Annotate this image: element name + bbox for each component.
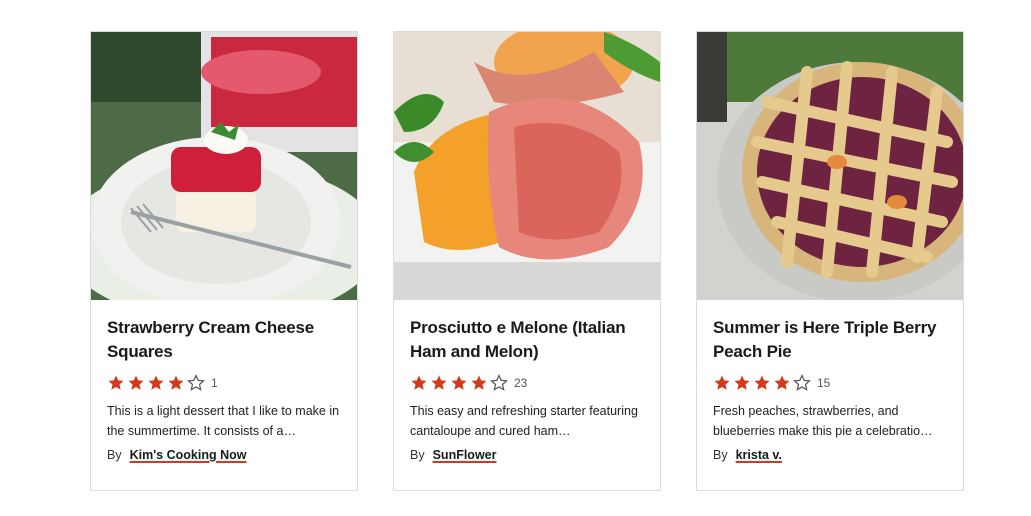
star-empty-icon: [793, 374, 811, 392]
star-filled-icon: [430, 374, 448, 392]
star-filled-icon: [713, 374, 731, 392]
card-body: Summer is Here Triple Berry Peach Pie 15…: [713, 316, 949, 462]
star-filled-icon: [773, 374, 791, 392]
star-filled-icon: [167, 374, 185, 392]
author-byline: By krista v.: [713, 448, 949, 462]
star-filled-icon: [410, 374, 428, 392]
star-empty-icon: [187, 374, 205, 392]
star-filled-icon: [107, 374, 125, 392]
review-count: 1: [211, 376, 218, 390]
recipe-card[interactable]: Prosciutto e Melone (Italian Ham and Mel…: [393, 31, 661, 491]
star-filled-icon: [733, 374, 751, 392]
star-filled-icon: [450, 374, 468, 392]
star-empty-icon: [490, 374, 508, 392]
by-label: By: [713, 448, 728, 462]
star-filled-icon: [147, 374, 165, 392]
star-rating: 15: [713, 374, 949, 392]
author-link[interactable]: krista v.: [736, 448, 782, 462]
by-label: By: [410, 448, 425, 462]
review-count: 23: [514, 376, 528, 390]
author-link[interactable]: SunFlower: [433, 448, 497, 462]
recipe-photo[interactable]: [697, 32, 963, 300]
recipe-card[interactable]: Summer is Here Triple Berry Peach Pie 15…: [696, 31, 964, 491]
recipe-photo[interactable]: [91, 32, 357, 300]
recipe-description: This is a light dessert that I like to m…: [107, 404, 340, 438]
recipe-card[interactable]: Strawberry Cream Cheese Squares 1 This i…: [90, 31, 358, 491]
recipe-description: This easy and refreshing starter featuri…: [410, 404, 638, 438]
card-body: Prosciutto e Melone (Italian Ham and Mel…: [410, 316, 646, 462]
star-filled-icon: [127, 374, 145, 392]
recipe-title[interactable]: Strawberry Cream Cheese Squares: [107, 316, 343, 364]
recipe-title[interactable]: Prosciutto e Melone (Italian Ham and Mel…: [410, 316, 646, 364]
recipe-title[interactable]: Summer is Here Triple Berry Peach Pie: [713, 316, 949, 364]
recipe-card-grid: Strawberry Cream Cheese Squares 1 This i…: [0, 0, 1031, 516]
author-byline: By Kim's Cooking Now: [107, 448, 343, 462]
by-label: By: [107, 448, 122, 462]
star-filled-icon: [470, 374, 488, 392]
card-body: Strawberry Cream Cheese Squares 1 This i…: [107, 316, 343, 462]
author-link[interactable]: Kim's Cooking Now: [130, 448, 247, 462]
star-rating: 1: [107, 374, 343, 392]
recipe-description: Fresh peaches, strawberries, and blueber…: [713, 404, 933, 438]
author-byline: By SunFlower: [410, 448, 646, 462]
star-filled-icon: [753, 374, 771, 392]
star-rating: 23: [410, 374, 646, 392]
recipe-photo[interactable]: [394, 32, 660, 300]
review-count: 15: [817, 376, 831, 390]
